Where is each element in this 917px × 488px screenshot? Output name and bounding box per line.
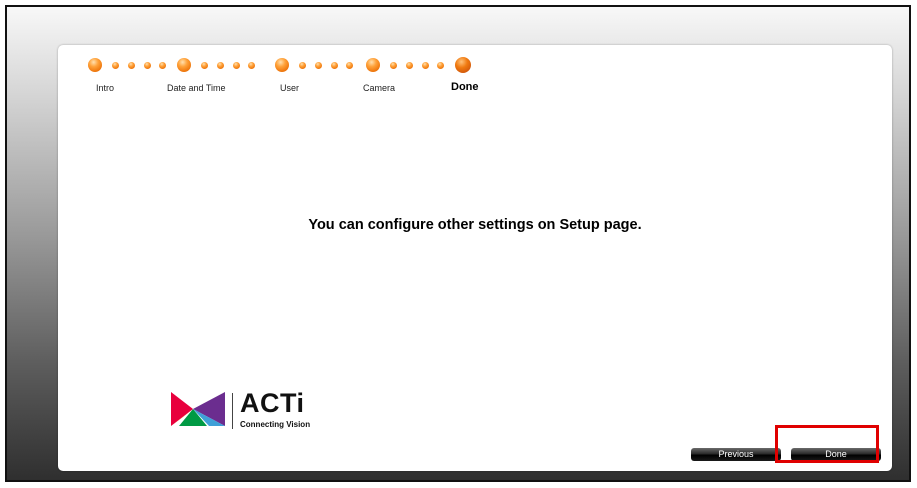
progress-dot	[422, 62, 429, 69]
step-dot-done	[455, 57, 471, 73]
brand-tagline: Connecting Vision	[240, 420, 311, 429]
progress-dot	[248, 62, 255, 69]
progress-dot	[112, 62, 119, 69]
wizard-panel: Intro Date and Time User Camera Done You…	[58, 45, 892, 471]
step-label-user: User	[280, 83, 300, 93]
progress-dot	[390, 62, 397, 69]
step-dot-camera	[366, 58, 380, 72]
progress-dot	[437, 62, 444, 69]
progress-dot	[217, 62, 224, 69]
progress-dot	[315, 62, 322, 69]
progress-dot	[331, 62, 338, 69]
step-dot-intro	[88, 58, 102, 72]
step-label-done: Done	[451, 81, 479, 93]
step-label-intro: Intro	[96, 83, 115, 93]
progress-dot	[406, 62, 413, 69]
progress-dot	[346, 62, 353, 69]
progress-dot	[233, 62, 240, 69]
progress-dot	[159, 62, 166, 69]
logo-divider	[232, 393, 233, 429]
brand-name: ACTi	[240, 388, 305, 418]
step-label-camera: Camera	[363, 83, 396, 93]
acti-logo-icon	[171, 392, 225, 426]
progress-dot	[128, 62, 135, 69]
progress-dot	[201, 62, 208, 69]
completion-message: You can configure other settings on Setu…	[308, 217, 642, 233]
previous-button[interactable]: Previous	[691, 448, 781, 461]
window-frame: Intro Date and Time User Camera Done You…	[5, 5, 911, 482]
step-dot-date-time	[177, 58, 191, 72]
progress-dot	[144, 62, 151, 69]
done-button-highlight	[775, 425, 879, 463]
step-dot-user	[275, 58, 289, 72]
progress-dot	[299, 62, 306, 69]
step-label-date-time: Date and Time	[167, 83, 226, 93]
